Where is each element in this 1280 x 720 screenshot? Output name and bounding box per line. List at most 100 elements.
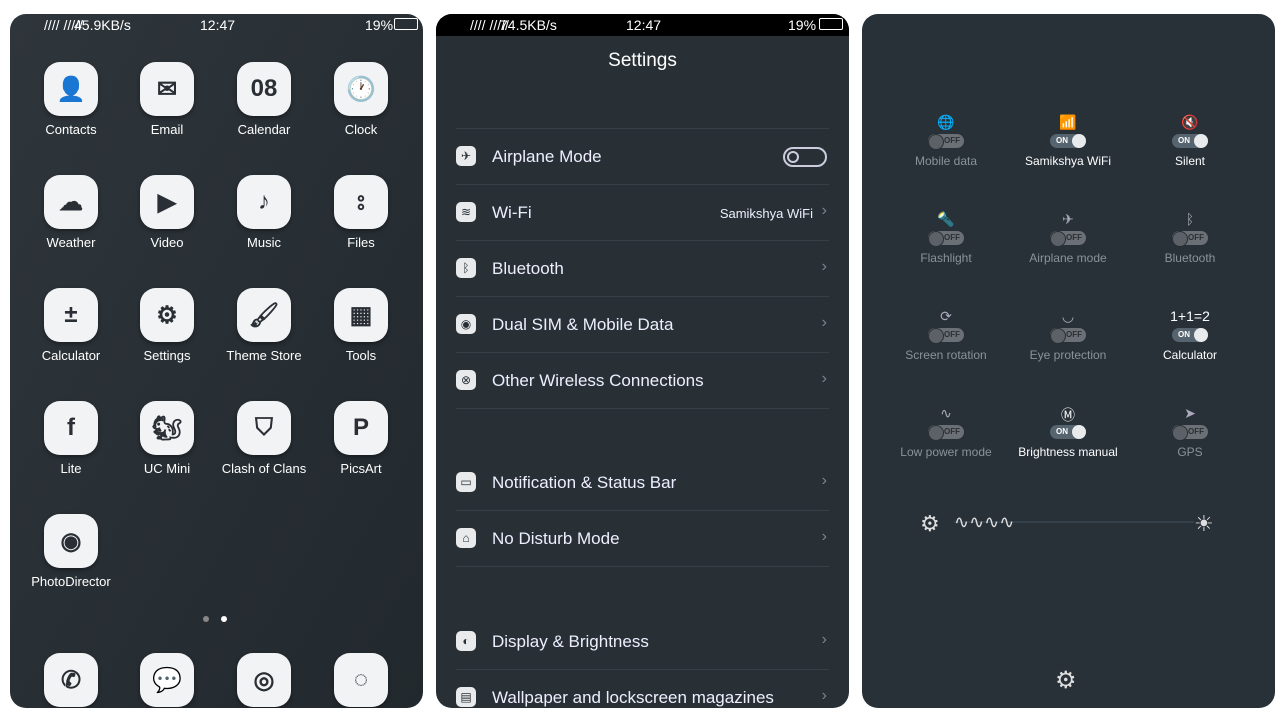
chevron-right-icon: › — [821, 472, 827, 489]
settings-row[interactable]: ▭ Notification & Status Bar › — [456, 455, 829, 511]
page-dot-active[interactable] — [221, 616, 227, 622]
settings-screen: //// ///// 74.5KB/s 12:47 19% Settings ✈… — [436, 14, 849, 708]
app-icon: 👤 — [44, 62, 98, 116]
app-label: Email — [150, 122, 184, 137]
messages-icon: 💬 — [140, 653, 194, 707]
app-icon: ⚙ — [140, 288, 194, 342]
row-label: Bluetooth — [492, 259, 564, 278]
app-weather[interactable]: ☁ Weather — [23, 175, 119, 250]
airplane-icon: ✈ — [1062, 211, 1074, 227]
tile-flashlight[interactable]: 🔦 OFF Flashlight — [891, 211, 1001, 265]
settings-row[interactable]: ⌂ No Disturb Mode › — [456, 511, 829, 567]
browser-icon: ◌ — [334, 653, 388, 707]
app-icon: 08 — [237, 62, 291, 116]
app-contacts[interactable]: 👤 Contacts — [23, 62, 119, 137]
app-files[interactable]: ⦂ Files — [313, 175, 409, 250]
app-label: Lite — [60, 461, 82, 476]
airplane-mode-toggle[interactable] — [783, 147, 827, 167]
tile-calculator[interactable]: 1+1=2 ON Calculator — [1135, 308, 1245, 362]
phone-icon: ✆ — [44, 653, 98, 707]
tile-low-power-mode[interactable]: ∿ OFF Low power mode — [891, 405, 1001, 459]
tile-gps[interactable]: ➤ OFF GPS — [1135, 405, 1245, 459]
battery-level: 19% — [365, 17, 394, 33]
toggle-switch[interactable]: OFF — [928, 231, 964, 247]
dock-camera[interactable]: ◎ — [216, 653, 312, 708]
tile-brightness-manual[interactable]: Ⓜ ON Brightness manual — [1013, 405, 1123, 459]
tile-label: Mobile data — [914, 154, 978, 168]
tile-label: Samikshya WiFi — [1024, 154, 1111, 168]
dock-phone[interactable]: ✆ — [23, 653, 119, 708]
page-dot[interactable] — [203, 616, 209, 622]
tile-screen-rotation[interactable]: ⟳ OFF Screen rotation — [891, 308, 1001, 362]
tile-label: Low power mode — [900, 445, 992, 459]
app-clock[interactable]: 🕐 Clock — [313, 62, 409, 137]
rotation-icon: ⟳ — [940, 308, 952, 324]
battery-level: 19% — [788, 17, 817, 33]
app-label: Calendar — [237, 122, 291, 137]
app-photodirector[interactable]: ◉ PhotoDirector — [23, 514, 119, 589]
settings-row[interactable]: ⊗ Other Wireless Connections › — [456, 353, 829, 409]
tile-eye-protection[interactable]: ◡ OFF Eye protection — [1013, 308, 1123, 362]
tile-samikshya-wifi[interactable]: 📶 ON Samikshya WiFi — [1013, 114, 1123, 168]
settings-gear-icon[interactable]: ⚙ — [1055, 666, 1077, 695]
app-picsart[interactable]: P PicsArt — [313, 401, 409, 476]
toggle-switch[interactable]: OFF — [928, 425, 964, 441]
chevron-right-icon: › — [821, 687, 827, 704]
pulse-icon: ∿ — [940, 405, 952, 421]
app-uc-mini[interactable]: 🐿 UC Mini — [119, 401, 215, 476]
tile-airplane-mode[interactable]: ✈ OFF Airplane mode — [1013, 211, 1123, 265]
app-icon: ♪ — [237, 175, 291, 229]
app-icon: 🐿 — [140, 401, 194, 455]
tile-mobile-data[interactable]: 🌐 OFF Mobile data — [891, 114, 1001, 168]
flashlight-icon: 🔦 — [937, 211, 955, 227]
gps-icon: ➤ — [1184, 405, 1196, 421]
settings-row[interactable]: ▤ Wallpaper and lockscreen magazines › — [456, 670, 829, 708]
app-label: UC Mini — [143, 461, 191, 476]
status-bar: //// ///// 45.9KB/s 12:47 19% — [10, 14, 423, 36]
app-music[interactable]: ♪ Music — [216, 175, 312, 250]
app-label: Files — [347, 235, 375, 250]
battery-icon — [394, 18, 418, 30]
settings-row[interactable]: ᛒ Bluetooth › — [456, 241, 829, 297]
app-label: Settings — [143, 348, 191, 363]
app-calculator[interactable]: ± Calculator — [23, 288, 119, 363]
app-icon: ▦ — [334, 288, 388, 342]
toggle-switch[interactable]: OFF — [1172, 231, 1208, 247]
toggle-switch[interactable]: ON — [1172, 134, 1208, 148]
app-label: PicsArt — [340, 461, 382, 476]
app-tools[interactable]: ▦ Tools — [313, 288, 409, 363]
display-icon: ◐ — [456, 631, 476, 651]
toggle-switch[interactable]: OFF — [1050, 231, 1086, 247]
row-label: Notification & Status Bar — [492, 473, 677, 492]
row-label: Wallpaper and lockscreen magazines — [492, 688, 774, 707]
app-icon: ☁ — [44, 175, 98, 229]
toggle-switch[interactable]: ON — [1050, 425, 1086, 439]
brightness-slider[interactable]: ∿∿∿∿∿ — [954, 512, 1194, 532]
dock-browser[interactable]: ◌ — [313, 653, 409, 708]
app-calendar[interactable]: 08 Calendar — [216, 62, 312, 137]
app-icon: ± — [44, 288, 98, 342]
tile-bluetooth[interactable]: ᛒ OFF Bluetooth — [1135, 211, 1245, 265]
toggle-switch[interactable]: OFF — [928, 328, 964, 344]
chevron-right-icon: › — [821, 370, 827, 387]
settings-row[interactable]: ◐ Display & Brightness › — [456, 614, 829, 670]
app-theme-store[interactable]: 🖌 Theme Store — [216, 288, 312, 363]
settings-row[interactable]: ✈ Airplane Mode — [456, 129, 829, 185]
sim-icon: ◉ — [456, 314, 476, 334]
settings-row[interactable]: ◉ Dual SIM & Mobile Data › — [456, 297, 829, 353]
toggle-switch[interactable]: ON — [1050, 134, 1086, 148]
app-clash-of-clans[interactable]: ⛉ Clash of Clans — [216, 401, 312, 476]
app-settings[interactable]: ⚙ Settings — [119, 288, 215, 363]
app-email[interactable]: ✉ Email — [119, 62, 215, 137]
settings-row[interactable]: ≋ Wi-Fi Samikshya WiFi › — [456, 185, 829, 241]
app-video[interactable]: ▶ Video — [119, 175, 215, 250]
toggle-switch[interactable]: OFF — [1172, 425, 1208, 441]
toggle-switch[interactable]: OFF — [928, 134, 964, 150]
dock-messages[interactable]: 💬 — [119, 653, 215, 708]
tile-silent[interactable]: 🔇 ON Silent — [1135, 114, 1245, 168]
toggle-switch[interactable]: ON — [1172, 328, 1208, 342]
brightness-level-indicator[interactable]: ∿∿∿∿∿ — [954, 512, 1014, 532]
app-lite[interactable]: f Lite — [23, 401, 119, 476]
app-label: Video — [150, 235, 184, 250]
toggle-switch[interactable]: OFF — [1050, 328, 1086, 344]
